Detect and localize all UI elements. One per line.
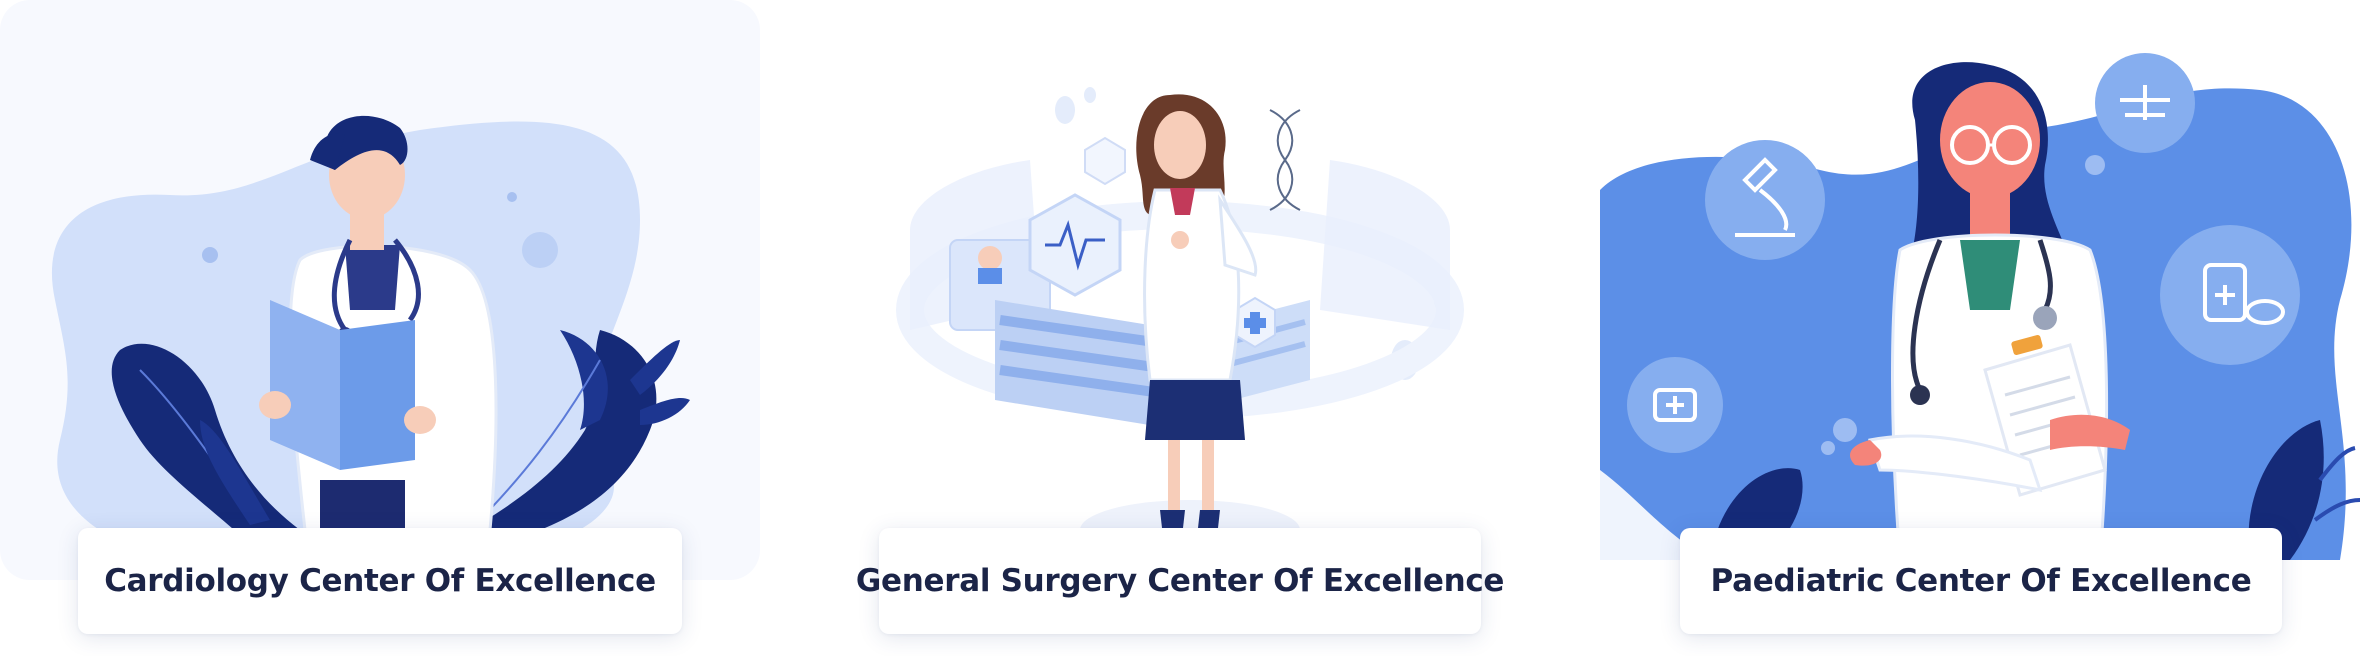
center-card-title: General Surgery Center Of Excellence: [855, 563, 1505, 599]
center-card-general-surgery[interactable]: General Surgery Center Of Excellence: [800, 0, 1560, 656]
center-card-label-box[interactable]: General Surgery Center Of Excellence: [856, 528, 1504, 634]
center-card-label-box[interactable]: Paediatric Center Of Excellence: [1680, 528, 2282, 634]
cardiology-doctor-illustration: [0, 0, 760, 580]
center-card-title: Cardiology Center Of Excellence: [104, 563, 656, 599]
center-card-paediatric[interactable]: Paediatric Center Of Excellence: [1600, 0, 2360, 656]
paediatric-doctor-illustration: [1600, 0, 2360, 580]
surgery-doctor-illustration: [800, 0, 1560, 580]
center-card-title: Paediatric Center Of Excellence: [1710, 563, 2252, 599]
center-card-cardiology[interactable]: Cardiology Center Of Excellence: [0, 0, 760, 656]
center-card-label-box[interactable]: Cardiology Center Of Excellence: [78, 528, 682, 634]
